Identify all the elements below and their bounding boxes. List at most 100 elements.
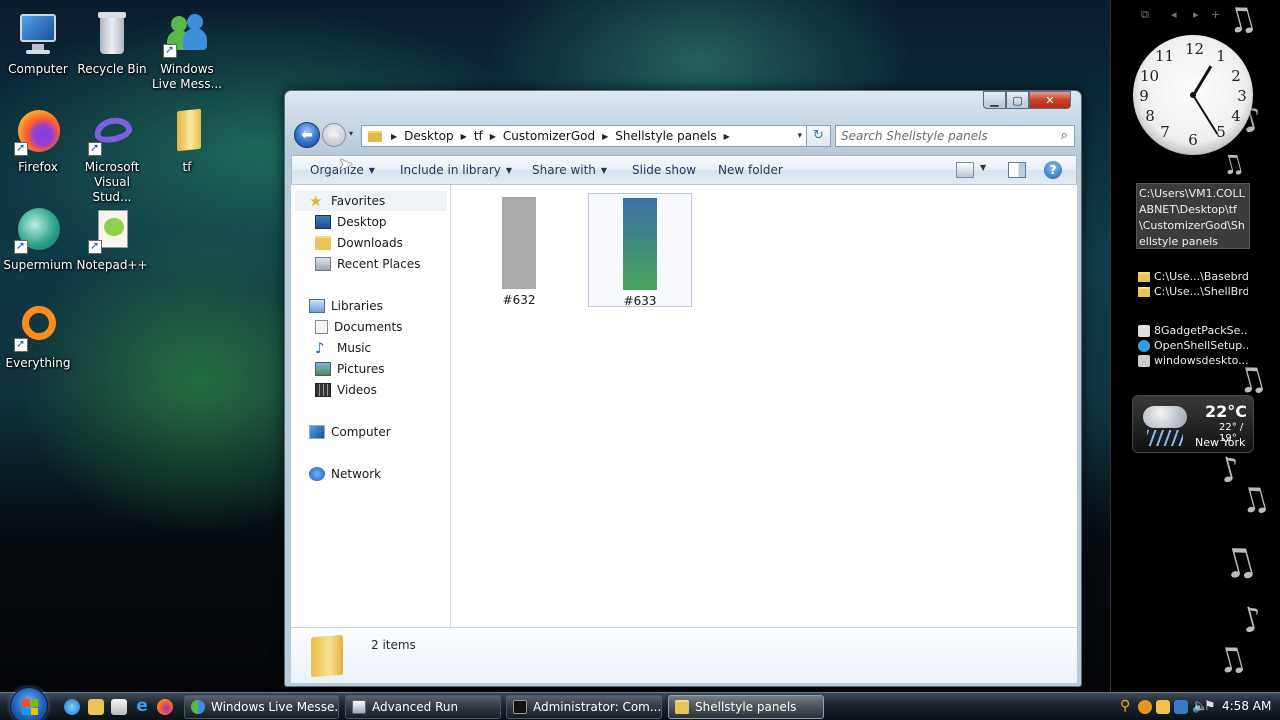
desktop-icon-computer[interactable]: Computer bbox=[0, 10, 76, 77]
quick-launch-app-icon[interactable] bbox=[111, 699, 127, 715]
taskbar-clock[interactable]: 4:58 AM bbox=[1222, 699, 1271, 713]
refresh-button[interactable]: ↻ bbox=[807, 125, 831, 147]
app-shortcut-label: OpenShellSetup... bbox=[1154, 339, 1248, 352]
help-icon[interactable]: ? bbox=[1044, 161, 1062, 179]
breadcrumb-customizergod[interactable]: CustomizerGod bbox=[499, 129, 599, 143]
nav-desktop[interactable]: Desktop bbox=[315, 212, 473, 232]
nav-downloads[interactable]: Downloads bbox=[315, 233, 473, 253]
nav-network[interactable]: Network bbox=[295, 464, 453, 484]
nav-label: Favorites bbox=[331, 194, 386, 208]
nav-label: Music bbox=[337, 341, 372, 355]
view-options-chevron-icon[interactable]: ▼ bbox=[980, 163, 986, 172]
address-bar[interactable]: ▶ Desktop ▶ tf ▶ CustomizerGod ▶ Shellst… bbox=[361, 125, 807, 147]
network-icon bbox=[309, 467, 325, 481]
weather-gadget[interactable]: 22°C 22° / 19° New York bbox=[1132, 395, 1254, 453]
file-list-area[interactable]: #632 #633 bbox=[451, 185, 1077, 627]
maximize-button[interactable]: ▢ bbox=[1006, 91, 1029, 109]
folder-shortcut-basebrd[interactable]: C:\Use...\Basebrd bbox=[1138, 269, 1248, 284]
folder-path-gadget[interactable]: C:\Users\VM1.COLLABNET\Desktop\tf\Custom… bbox=[1136, 183, 1250, 249]
task-windows-live-messenger[interactable]: Windows Live Messe... bbox=[184, 695, 339, 719]
breadcrumb-separator-icon[interactable]: ▶ bbox=[487, 132, 499, 141]
preview-pane-icon[interactable] bbox=[1008, 162, 1026, 178]
desktop-icon-recycle-bin[interactable]: Recycle Bin bbox=[74, 10, 150, 77]
folder-shortcut-shellbrd[interactable]: C:\Use...\ShellBrd bbox=[1138, 284, 1248, 299]
clock-numeral: 9 bbox=[1139, 87, 1149, 105]
share-with-menu[interactable]: Share with ▼ bbox=[532, 163, 607, 177]
weather-city: New York bbox=[1195, 436, 1246, 449]
desktop-icon-notepad-plus-plus[interactable]: Notepad++ bbox=[74, 206, 150, 273]
nav-recent-places[interactable]: Recent Places bbox=[315, 254, 473, 274]
forward-button[interactable]: ➡ bbox=[322, 123, 346, 147]
sidebar-prev-icon[interactable]: ◂ bbox=[1171, 8, 1177, 21]
windows-logo-icon bbox=[22, 699, 38, 715]
breadcrumb-separator-icon[interactable]: ▶ bbox=[458, 132, 470, 141]
desktop-icon-everything[interactable]: Everything bbox=[0, 304, 76, 371]
nav-computer[interactable]: Computer bbox=[295, 422, 453, 442]
clock-numeral: 11 bbox=[1155, 47, 1175, 65]
desktop-icon-visual-studio[interactable]: Microsoft Visual Stud... bbox=[74, 108, 150, 205]
app-shortcut-8gadgetpack[interactable]: 8GadgetPackSe... bbox=[1138, 323, 1248, 338]
task-administrator-command-prompt[interactable]: Administrator: Com... bbox=[506, 695, 662, 719]
sidebar-next-icon[interactable]: ▸ bbox=[1193, 8, 1199, 21]
quick-launch-internet-explorer-icon[interactable]: e bbox=[134, 698, 150, 715]
breadcrumb-separator-icon[interactable]: ▶ bbox=[388, 132, 400, 141]
desktop-icon-tf-folder[interactable]: tf bbox=[149, 108, 225, 175]
slide-show-button[interactable]: Slide show bbox=[632, 163, 696, 177]
app-shortcut-label: 8GadgetPackSe... bbox=[1154, 324, 1248, 337]
app-shortcut-label: windowsdeskto... bbox=[1154, 354, 1248, 367]
close-button[interactable]: ✕ bbox=[1029, 91, 1071, 109]
search-icon[interactable]: ⌕ bbox=[1061, 128, 1068, 143]
quick-launch-firefox-icon[interactable] bbox=[157, 699, 173, 715]
action-center-flag-icon[interactable]: ⚑ bbox=[1204, 700, 1218, 714]
nav-favorites[interactable]: ★ Favorites bbox=[295, 191, 447, 211]
music-note-decoration-icon: ♫ bbox=[1215, 536, 1263, 590]
clock-numeral: 3 bbox=[1237, 87, 1247, 105]
app-shortcut-openshell[interactable]: OpenShellSetup... bbox=[1138, 338, 1248, 353]
nav-videos[interactable]: Videos bbox=[315, 380, 473, 400]
quick-launch-show-desktop-icon[interactable] bbox=[64, 699, 80, 715]
desktop-icon-windows-live-messenger[interactable]: Windows Live Mess... bbox=[149, 10, 225, 92]
messenger-icon bbox=[191, 700, 205, 714]
new-folder-button[interactable]: New folder bbox=[718, 163, 783, 177]
start-button[interactable] bbox=[10, 687, 48, 720]
search-icon[interactable]: ⚲ bbox=[1120, 699, 1134, 714]
sidebar-restore-icon[interactable]: ⧉ bbox=[1141, 8, 1149, 22]
recent-pages-dropdown-icon[interactable]: ▾ bbox=[349, 129, 353, 138]
quick-launch-explorer-icon[interactable] bbox=[88, 699, 104, 715]
desktop-icon-firefox[interactable]: Firefox bbox=[0, 108, 76, 175]
tray-app-icon[interactable] bbox=[1138, 700, 1152, 714]
nav-music[interactable]: ♪ Music bbox=[315, 338, 473, 358]
file-item-632[interactable]: #632 bbox=[467, 193, 571, 307]
breadcrumb-shellstyle-panels[interactable]: Shellstyle panels bbox=[611, 129, 720, 143]
item-count: 2 items bbox=[371, 638, 416, 652]
include-in-library-menu[interactable]: Include in library ▼ bbox=[400, 163, 512, 177]
file-thumbnail bbox=[502, 197, 536, 289]
back-arrow-icon: ⬅ bbox=[301, 127, 313, 143]
clock-gadget[interactable]: 12 1 2 3 4 5 6 7 8 9 10 11 bbox=[1133, 35, 1253, 155]
computer-icon bbox=[14, 10, 62, 58]
task-shellstyle-panels[interactable]: Shellstyle panels bbox=[668, 695, 824, 719]
nav-libraries[interactable]: Libraries bbox=[295, 296, 453, 316]
sidebar-add-icon[interactable]: + bbox=[1211, 8, 1220, 21]
back-button[interactable]: ⬅ bbox=[294, 122, 320, 148]
task-advanced-run[interactable]: Advanced Run bbox=[345, 695, 501, 719]
desktop-icon-label: Notepad++ bbox=[76, 258, 148, 272]
desktop-icon-supermium[interactable]: Supermium bbox=[0, 206, 76, 273]
file-item-633[interactable]: #633 bbox=[588, 193, 692, 308]
nav-documents[interactable]: Documents bbox=[315, 317, 473, 337]
taskbar: e Windows Live Messe... Advanced Run Adm… bbox=[0, 687, 1280, 720]
nav-pictures[interactable]: Pictures bbox=[315, 359, 473, 379]
clock-numeral: 6 bbox=[1188, 131, 1198, 149]
breadcrumb-separator-icon[interactable]: ▶ bbox=[599, 132, 611, 141]
change-view-icon[interactable] bbox=[956, 162, 974, 178]
breadcrumb-separator-icon[interactable]: ▶ bbox=[721, 132, 733, 141]
address-history-dropdown-icon[interactable]: ▾ bbox=[797, 131, 802, 141]
breadcrumb-tf[interactable]: tf bbox=[470, 129, 487, 143]
tray-folder-icon[interactable] bbox=[1156, 700, 1170, 714]
tray-network-icon[interactable] bbox=[1174, 700, 1188, 714]
app-shortcut-windowsdesktop[interactable]: windowsdeskto... bbox=[1138, 353, 1248, 368]
folder-icon bbox=[368, 130, 382, 142]
minimize-button[interactable]: ▁ bbox=[983, 91, 1006, 109]
breadcrumb-desktop[interactable]: Desktop bbox=[400, 129, 458, 143]
search-input[interactable]: Search Shellstyle panels ⌕ bbox=[835, 125, 1075, 147]
